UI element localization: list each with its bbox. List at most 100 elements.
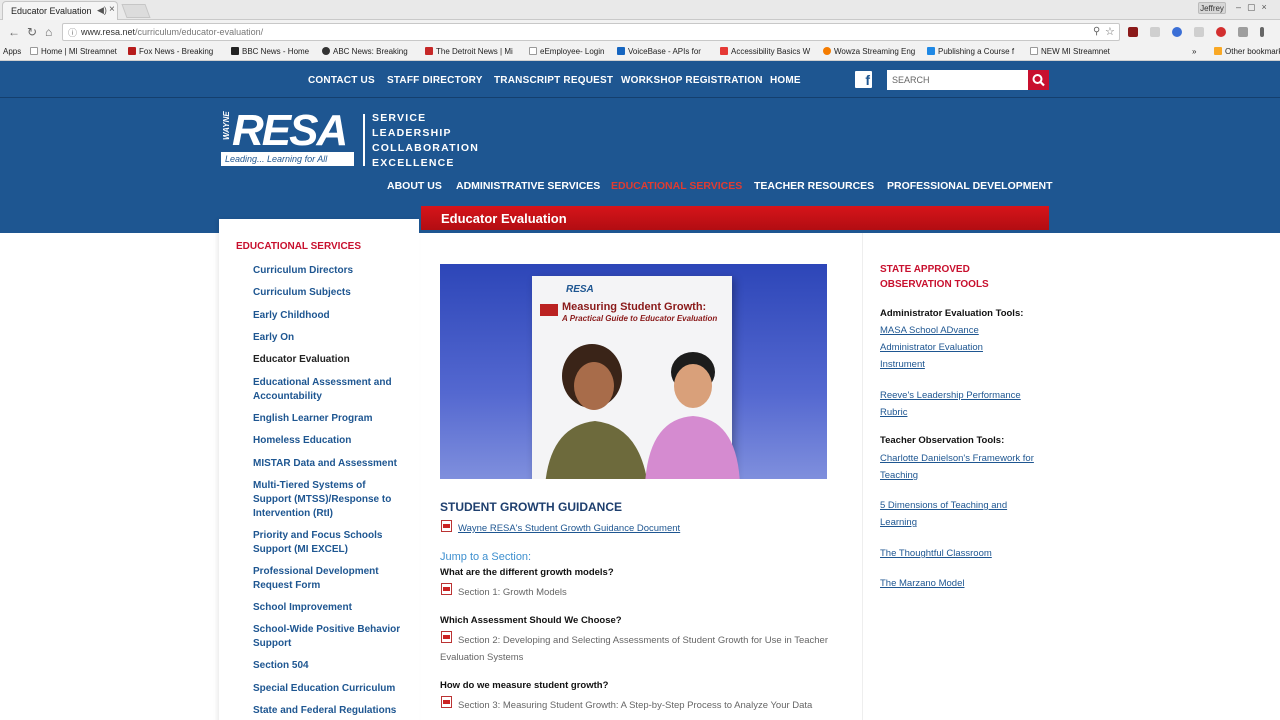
- sidebar-heading[interactable]: EDUCATIONAL SERVICES: [236, 241, 361, 252]
- pdf-icon: [441, 696, 452, 708]
- sidebar-item-regulations[interactable]: State and Federal Regulations: [253, 704, 403, 718]
- adblock-icon[interactable]: [1216, 27, 1226, 37]
- bookmark-item[interactable]: Publishing a Course f: [927, 47, 1014, 56]
- sidebar-item-early-on[interactable]: Early On: [253, 331, 403, 345]
- bookmark-star-icon[interactable]: ☆: [1105, 25, 1115, 38]
- sidebar-item-curriculum-directors[interactable]: Curriculum Directors: [253, 264, 403, 278]
- logo-name: RESA: [232, 106, 348, 155]
- bookmark-apps[interactable]: Apps: [3, 47, 21, 56]
- tagline-leadership: LEADERSHIP: [372, 127, 452, 139]
- speaker-icon[interactable]: ◀): [97, 5, 107, 16]
- bookmark-other[interactable]: Other bookmarks: [1214, 47, 1280, 56]
- sidebar-item-curriculum-subjects[interactable]: Curriculum Subjects: [253, 286, 403, 300]
- reload-icon[interactable]: ↻: [27, 25, 37, 39]
- new-tab-button[interactable]: [121, 4, 151, 18]
- browser-tab[interactable]: Educator Evaluation ◀) ×: [2, 1, 118, 20]
- cover-title: Measuring Student Growth:: [562, 301, 707, 313]
- nav-staff-directory[interactable]: STAFF DIRECTORY: [387, 75, 483, 86]
- tagline-excellence: EXCELLENCE: [372, 157, 455, 169]
- logo-tagline: Leading... Learning for All: [221, 152, 354, 166]
- mainnav-administrative-services[interactable]: ADMINISTRATIVE SERVICES: [456, 180, 600, 192]
- site-header: WAYNE RESA Leading... Learning for All S…: [0, 98, 1280, 233]
- sidebar-item-special-education[interactable]: Special Education Curriculum: [253, 682, 403, 696]
- observation-tools-heading: STATE APPROVED OBSERVATION TOOLS: [880, 264, 989, 290]
- logo-divider: [363, 114, 365, 166]
- pdf-icon: [441, 520, 452, 532]
- page-title-bar: Educator Evaluation: [421, 206, 1049, 230]
- bookmark-item[interactable]: The Detroit News | Mi: [425, 47, 513, 56]
- masa-link[interactable]: MASA School ADvance Administrator Evalua…: [880, 322, 1000, 373]
- window-controls[interactable]: –▢×: [1236, 2, 1273, 13]
- info-icon[interactable]: ⓘ: [68, 26, 77, 39]
- reeves-link[interactable]: Reeve's Leadership Performance Rubric: [880, 387, 1035, 421]
- cover-logo: RESA: [566, 284, 594, 295]
- admin-tools-heading: Administrator Evaluation Tools:: [880, 308, 1024, 319]
- five-dimensions-link[interactable]: 5 Dimensions of Teaching and Learning: [880, 497, 1035, 531]
- bookmark-item[interactable]: ABC News: Breaking: [322, 47, 408, 56]
- sidebar-item-early-childhood[interactable]: Early Childhood: [253, 309, 403, 323]
- search-icon: [1032, 74, 1045, 87]
- bookmarks-bar: Apps Home | MI Streamnet Fox News - Brea…: [0, 44, 1280, 61]
- extension-icon[interactable]: [1238, 27, 1248, 37]
- close-icon[interactable]: ×: [109, 4, 115, 15]
- sidebar-item-mistar[interactable]: MISTAR Data and Assessment: [253, 457, 403, 471]
- bookmark-item[interactable]: Home | MI Streamnet: [30, 47, 117, 56]
- chrome-extension-icon[interactable]: [1172, 27, 1182, 37]
- address-bar-row: ← ↻ ⌂ ⓘ www.resa.net/curriculum/educator…: [0, 20, 1280, 44]
- mainnav-professional-development[interactable]: PROFESSIONAL DEVELOPMENT: [887, 180, 1053, 192]
- zoom-icon[interactable]: ⚲: [1093, 26, 1100, 37]
- marzano-link[interactable]: The Marzano Model: [880, 575, 1035, 592]
- menu-icon[interactable]: [1260, 27, 1264, 37]
- section-link[interactable]: Section 3: Measuring Student Growth: A S…: [458, 697, 812, 714]
- danielson-link[interactable]: Charlotte Danielson's Framework for Teac…: [880, 450, 1035, 484]
- search-input[interactable]: [887, 70, 1028, 90]
- nav-contact-us[interactable]: CONTACT US: [308, 75, 375, 86]
- nav-home[interactable]: HOME: [770, 75, 801, 86]
- search-button[interactable]: [1028, 70, 1049, 90]
- cloud-extension-icon[interactable]: [1150, 27, 1160, 37]
- nav-workshop-registration[interactable]: WORKSHOP REGISTRATION: [621, 75, 763, 86]
- back-icon[interactable]: ←: [8, 25, 20, 39]
- home-icon[interactable]: ⌂: [45, 25, 52, 39]
- pdf-icon: [441, 583, 452, 595]
- sidebar-item-assessment-accountability[interactable]: Educational Assessment and Accountabilit…: [253, 376, 403, 404]
- question-heading: What are the different growth models?: [440, 567, 614, 578]
- bookmark-item[interactable]: BBC News - Home: [231, 47, 309, 56]
- sidebar-item-mtss[interactable]: Multi-Tiered Systems of Support (MTSS)/R…: [253, 479, 403, 521]
- teacher-figure: [645, 352, 740, 479]
- mainnav-about-us[interactable]: ABOUT US: [387, 180, 442, 192]
- utility-nav: CONTACT US STAFF DIRECTORY TRANSCRIPT RE…: [0, 61, 1280, 98]
- section-link[interactable]: Section 1: Growth Models: [458, 584, 567, 601]
- extension-icon[interactable]: [1194, 27, 1204, 37]
- sidebar-item-pd-request[interactable]: Professional Development Request Form: [253, 565, 403, 593]
- pdf-extension-icon[interactable]: [1128, 27, 1138, 37]
- sidebar-item-school-improvement[interactable]: School Improvement: [253, 601, 403, 615]
- section-link[interactable]: Section 2: Developing and Selecting Asse…: [440, 632, 840, 666]
- student-figure: [545, 344, 647, 479]
- sidebar-item-pbs[interactable]: School-Wide Positive Behavior Support: [253, 623, 403, 651]
- guidance-document-link[interactable]: Wayne RESA's Student Growth Guidance Doc…: [458, 523, 680, 534]
- bookmark-item[interactable]: eEmployee- Login: [529, 47, 604, 56]
- nav-transcript-request[interactable]: TRANSCRIPT REQUEST: [494, 75, 613, 86]
- mainnav-educational-services[interactable]: EDUCATIONAL SERVICES: [611, 180, 742, 192]
- bookmark-item[interactable]: Wowza Streaming Eng: [823, 47, 915, 56]
- url-host: www.resa.net: [81, 27, 136, 37]
- bookmark-item[interactable]: Fox News - Breaking: [128, 47, 213, 56]
- sidebar-item-english-learner[interactable]: English Learner Program: [253, 412, 403, 426]
- bookmark-item[interactable]: Accessibility Basics W: [720, 47, 810, 56]
- page-title: Educator Evaluation: [441, 211, 567, 226]
- thoughtful-classroom-link[interactable]: The Thoughtful Classroom: [880, 545, 1035, 562]
- chevron-right-icon[interactable]: »: [1192, 47, 1196, 56]
- bookmark-item[interactable]: NEW MI Streamnet: [1030, 47, 1110, 56]
- sidebar-item-educator-evaluation[interactable]: Educator Evaluation: [253, 353, 403, 367]
- sidebar-item-homeless-education[interactable]: Homeless Education: [253, 434, 403, 448]
- profile-button[interactable]: Jeffrey: [1198, 2, 1226, 14]
- url-field[interactable]: ⓘ www.resa.net/curriculum/educator-evalu…: [62, 23, 1120, 41]
- sidebar-item-priority-focus[interactable]: Priority and Focus Schools Support (MI E…: [253, 529, 403, 557]
- jump-heading: Jump to a Section:: [440, 551, 532, 563]
- facebook-icon[interactable]: f: [855, 71, 872, 88]
- bookmark-item[interactable]: VoiceBase - APIs for: [617, 47, 701, 56]
- mainnav-teacher-resources[interactable]: TEACHER RESOURCES: [754, 180, 874, 192]
- tagline-service: SERVICE: [372, 112, 427, 124]
- sidebar-item-section-504[interactable]: Section 504: [253, 659, 403, 673]
